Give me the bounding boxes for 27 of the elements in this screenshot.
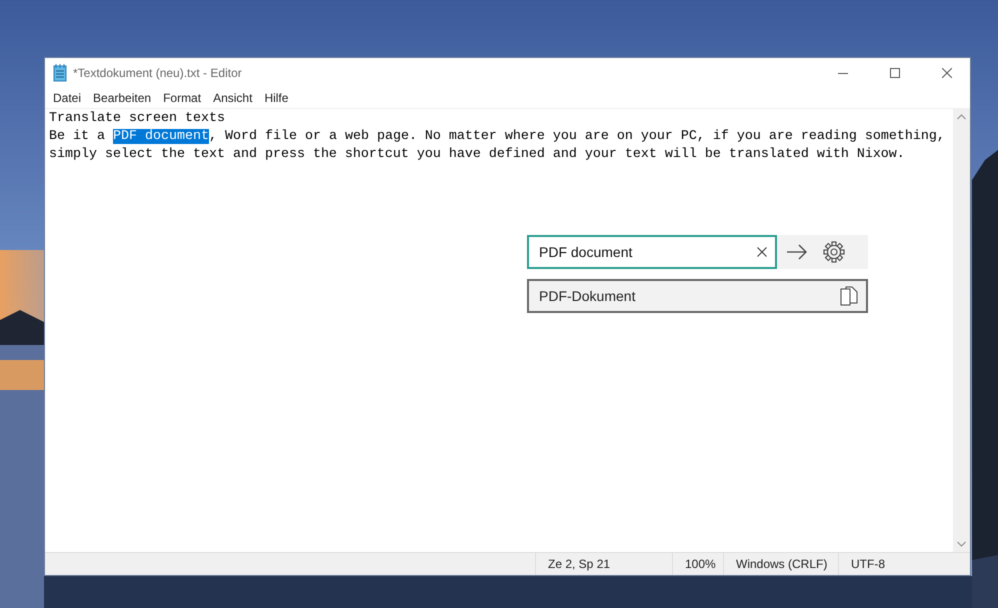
menu-item[interactable]: Datei xyxy=(47,91,88,105)
clear-button[interactable] xyxy=(757,247,767,257)
notepad-icon xyxy=(53,64,67,82)
text-line: Translate screen texts xyxy=(49,111,225,126)
status-item: Ze 2, Sp 21 xyxy=(535,553,672,575)
scroll-up-icon[interactable] xyxy=(957,114,966,120)
status-item: Windows (CRLF) xyxy=(723,553,838,575)
scroll-down-icon[interactable] xyxy=(957,541,966,547)
gear-icon[interactable] xyxy=(823,241,845,263)
menu-item[interactable]: Format xyxy=(157,91,208,105)
translation-text: PDF-Dokument xyxy=(539,288,636,304)
text-line: Be it a xyxy=(49,129,106,144)
selected-text: PDF document xyxy=(113,129,209,144)
arrow-icon[interactable] xyxy=(786,244,808,260)
text-line: simply select the text and press the shortcut you have defined and your text will be translated with Nixow. xyxy=(49,147,905,162)
maximize-icon[interactable] xyxy=(890,68,900,78)
copy-button[interactable] xyxy=(840,286,858,306)
status-item: 100% xyxy=(672,553,723,575)
menu-item[interactable]: Bearbeiten xyxy=(87,91,158,105)
menu-item[interactable]: Ansicht xyxy=(207,91,258,105)
menu-item[interactable]: Hilfe xyxy=(258,91,294,105)
window-title: *Textdokument (neu).txt - Editor xyxy=(73,66,243,80)
text-line: , Word file or a web page. No matter where you are on your PC, if you are reading something, xyxy=(208,129,945,144)
close-icon[interactable] xyxy=(942,68,952,78)
status-item: UTF-8 xyxy=(838,553,897,575)
text-field[interactable]: PDF document xyxy=(527,235,777,269)
scrollbar[interactable] xyxy=(953,109,970,552)
